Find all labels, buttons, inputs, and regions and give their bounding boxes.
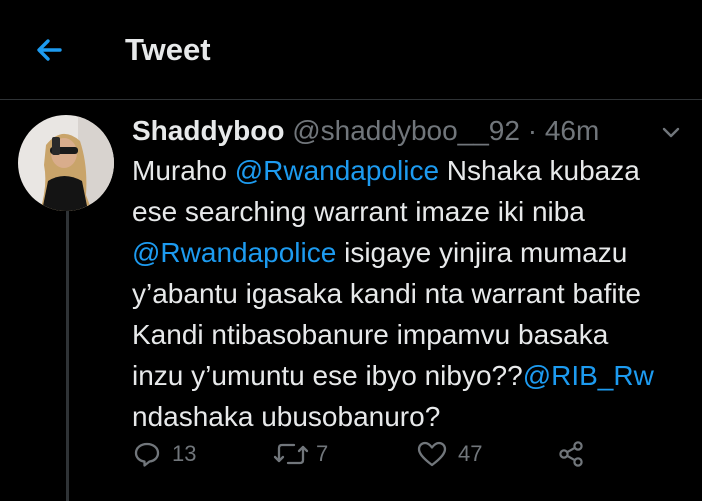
text-line: y’abantu igasaka kandi nta warrant bafit… xyxy=(132,278,641,309)
text-line: ndashaka ubusobanuro? xyxy=(132,401,441,432)
reply-button[interactable]: 13 xyxy=(132,432,196,476)
retweet-count: 7 xyxy=(316,441,329,466)
tweet-actions: 13 7 47 xyxy=(132,432,652,476)
reply-icon xyxy=(134,442,160,467)
like-count: 47 xyxy=(458,441,483,466)
more-options-button[interactable] xyxy=(655,118,687,148)
user-handle[interactable]: @shaddyboo__92 xyxy=(292,115,520,146)
text-line: ese searching warrant imaze iki niba xyxy=(132,196,585,227)
mention-link[interactable]: @Rwandapolice xyxy=(235,155,439,186)
back-arrow-icon xyxy=(37,39,62,61)
avatar[interactable] xyxy=(18,115,114,211)
mention-link[interactable]: @RIB_Rw xyxy=(523,360,654,391)
mention-link[interactable]: @Rwandapolice xyxy=(132,237,336,268)
separator-dot: · xyxy=(519,115,545,146)
like-button[interactable]: 47 xyxy=(416,432,482,476)
chevron-down-icon xyxy=(662,127,680,138)
tweet-header: Shaddyboo @shaddyboo__92 · 46m xyxy=(132,112,599,150)
tweet-text: Muraho @Rwandapolice Nshaka kubaza ese s… xyxy=(132,150,692,437)
text-segment: Muraho xyxy=(132,155,235,186)
retweet-button[interactable]: 7 xyxy=(272,432,328,476)
back-button[interactable] xyxy=(30,30,70,70)
retweet-icon xyxy=(273,443,309,465)
share-icon xyxy=(559,441,583,467)
text-line: Kandi ntibasobanure impamvu basaka xyxy=(132,319,609,350)
top-bar: Tweet xyxy=(0,0,702,100)
tweet-time[interactable]: 46m xyxy=(545,115,599,146)
text-segment: Nshaka kubaza xyxy=(439,155,640,186)
avatar-photo xyxy=(18,115,114,211)
page-title: Tweet xyxy=(125,32,211,67)
share-button[interactable] xyxy=(556,432,586,476)
text-segment: isigaye yinjira mumazu xyxy=(336,237,628,268)
display-name[interactable]: Shaddyboo xyxy=(132,115,284,146)
thread-line xyxy=(66,205,69,501)
like-icon xyxy=(417,441,447,467)
text-segment: inzu y’umuntu ese ibyo nibyo?? xyxy=(132,360,523,391)
reply-count: 13 xyxy=(172,441,197,466)
